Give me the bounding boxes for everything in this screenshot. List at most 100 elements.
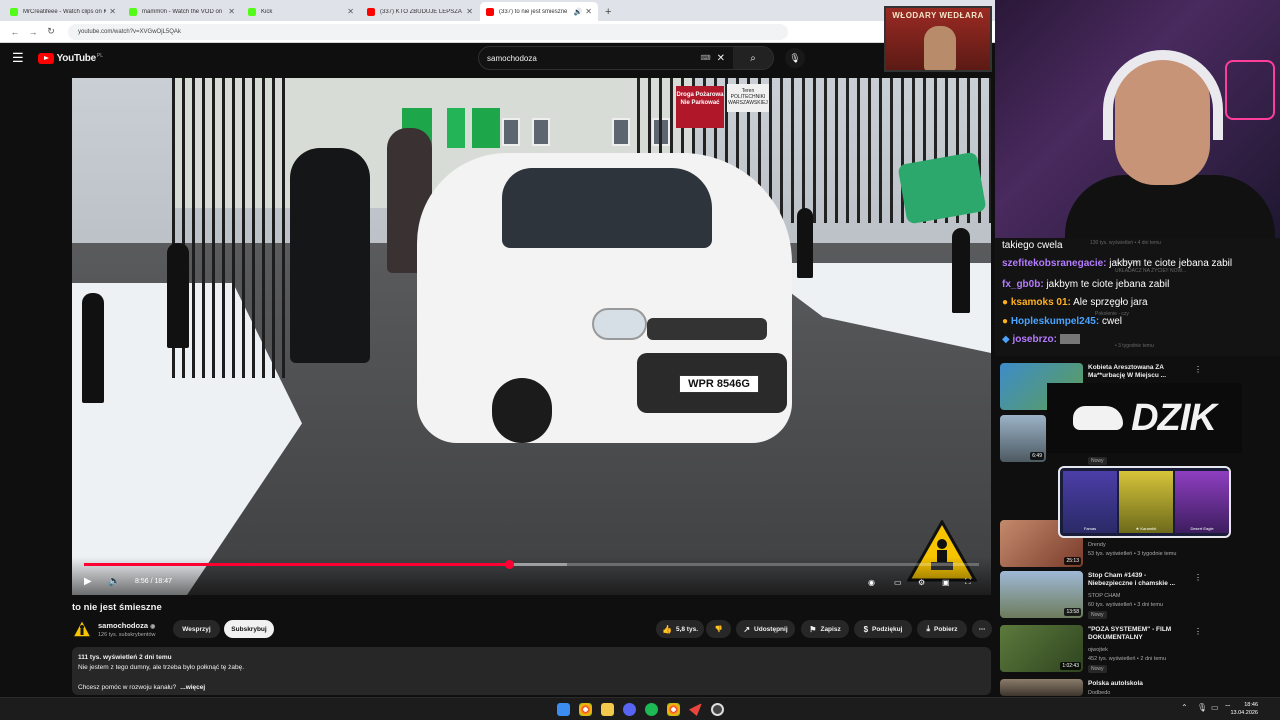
channel-name[interactable]: samochodoza ◉	[98, 621, 155, 630]
close-tab-icon[interactable]: ✕	[228, 7, 235, 16]
more-actions-button[interactable]: ⋯	[972, 620, 992, 638]
discord-icon[interactable]	[623, 703, 636, 716]
support-button[interactable]: Wesprzyj	[173, 620, 220, 638]
search-button[interactable]: ⌕	[733, 47, 773, 69]
browser-tab[interactable]: MrCreatifeee - Watch clips on K ✕	[4, 2, 122, 21]
chrome-icon[interactable]	[667, 703, 680, 716]
case-item-label: Desert Eagle	[1190, 526, 1214, 531]
headlight	[592, 308, 647, 340]
search-box[interactable]: samochodoza ⌨ ✕ ⌕	[478, 46, 774, 70]
url-field[interactable]: youtube.com/watch?v=XVGwOjL5QAk	[68, 23, 788, 40]
dislike-button[interactable]: 👎	[706, 620, 731, 638]
window	[502, 118, 520, 146]
settings-icon[interactable]: ⚙	[918, 578, 925, 587]
spotify-icon[interactable]	[645, 703, 658, 716]
browser-tab[interactable]: (337) KTO ZBUDUJE LEPSZA RZ ✕	[361, 2, 479, 21]
folder-icon[interactable]	[601, 703, 614, 716]
like-button[interactable]: 👍 5,8 tys.	[656, 620, 704, 638]
browser-tab-active[interactable]: (337) to nie jest śmieszne 🔊 ✕	[480, 2, 598, 21]
recommendation-title[interactable]: Stop Cham #1439 - Niebezpieczne i chamsk…	[1088, 572, 1188, 588]
obs-icon[interactable]	[711, 703, 724, 716]
voice-search-button[interactable]: 🎙	[785, 48, 805, 68]
chrome-icon[interactable]	[579, 703, 592, 716]
wheel	[492, 378, 552, 443]
thumbs-down-icon: 👎	[714, 626, 723, 633]
white-car: WPR 8546G	[417, 153, 792, 443]
progress-bar[interactable]	[84, 560, 979, 569]
chat-text: jakbym te ciote jebana zabil	[1046, 279, 1170, 290]
kick-favicon-icon	[248, 7, 256, 16]
close-tab-icon[interactable]: ✕	[109, 7, 116, 16]
faded-rec-meta: • 3 tygodnie temu	[1115, 343, 1154, 349]
bollard	[797, 208, 813, 278]
share-button[interactable]: ↗ Udostępnij	[736, 620, 795, 638]
browser-tab[interactable]: Kick ✕	[242, 2, 360, 21]
thanks-button[interactable]: $ Podziękuj	[854, 620, 912, 638]
video-thumbnail[interactable]: 1:02:43	[1000, 625, 1083, 672]
recommendation-channel[interactable]: Drendy	[1088, 542, 1106, 548]
mic-tray-icon[interactable]: 🎙	[1197, 703, 1207, 712]
show-more-link[interactable]: ...więcej	[180, 684, 205, 691]
description-box[interactable]: 111 tys. wyświetleń 2 dni temu Nie jeste…	[72, 647, 991, 695]
close-tab-icon[interactable]: ✕	[466, 7, 473, 16]
fullscreen-icon[interactable]: ⛶	[965, 577, 971, 587]
region-code: PL	[96, 52, 103, 59]
miniplayer-icon[interactable]: ▣	[942, 578, 950, 587]
recommendation-channel[interactable]: Dodbedo	[1088, 690, 1110, 696]
autoplay-icon[interactable]: ◉	[868, 578, 875, 587]
more-icon[interactable]: ⋮	[1194, 627, 1202, 636]
volume-icon[interactable]: 🔈	[108, 576, 120, 587]
speaker-icon[interactable]: 🔊	[574, 8, 583, 16]
recommendation-title[interactable]: Polska autolskola	[1088, 680, 1188, 688]
recommendation-title[interactable]: "POZA SYSTEMEM" - FILM DOKUMENTALNY	[1088, 626, 1188, 642]
case-item: Desert Eagle	[1175, 471, 1229, 533]
description-line: Nie jestem z tego dumny, ale trzeba było…	[78, 664, 245, 671]
more-icon[interactable]: ⋮	[1194, 365, 1202, 374]
obs-send-icon[interactable]	[689, 703, 702, 716]
subscribe-button[interactable]: Subskrybuj	[224, 620, 274, 638]
badge-icon: ●	[1002, 316, 1009, 327]
search-input[interactable]: samochodoza	[487, 54, 701, 63]
scrubber-handle[interactable]	[505, 560, 515, 569]
video-thumbnail[interactable]: 13:58	[1000, 571, 1083, 618]
neon-light	[1225, 60, 1275, 120]
clear-search-icon[interactable]: ✕	[717, 53, 725, 64]
description-line-2: Chcesz pomóc w rozwoju kanału? ...więcej	[78, 683, 985, 693]
more-icon[interactable]: ⋮	[1194, 573, 1202, 582]
youtube-play-icon	[37, 52, 54, 64]
video-player[interactable]: WPR 8546G Droga Pożarowa Nie Parkować Te…	[72, 78, 991, 595]
recommendation-channel[interactable]: STOP CHAM	[1088, 593, 1121, 599]
university-sign: Teren POLITECHNIKI WARSZAWSKIEJ	[727, 84, 769, 112]
forward-icon[interactable]: →	[24, 27, 42, 37]
keyboard-icon[interactable]: ⌨	[701, 54, 711, 62]
stream-chat: 130 tys. wyświetleń • 4 dni temu IE OJCE…	[995, 238, 1280, 356]
play-icon[interactable]: ▶	[84, 576, 92, 587]
recommendation-item[interactable]: Polska autolskola Dodbedo	[1000, 679, 1280, 697]
recommendation-title[interactable]: Kobieta Aresztowana ZA Ma**urbację W Mie…	[1088, 364, 1188, 380]
windows-taskbar: ⌃ 🎙 ▭ ⌔ 18:46 13.04.2026	[0, 697, 1280, 720]
close-tab-icon[interactable]: ✕	[347, 7, 354, 16]
browser-tab[interactable]: mamm0n - Watch the VOD on ✕	[123, 2, 241, 21]
video-thumbnail[interactable]: 6:49	[1000, 415, 1046, 462]
bollard	[167, 243, 189, 348]
system-clock[interactable]: 18:46 13.04.2026	[1230, 701, 1258, 717]
tray-chevron-icon[interactable]: ⌃	[1181, 703, 1188, 712]
reload-icon[interactable]: ↻	[42, 26, 60, 37]
streamer-webcam	[995, 0, 1280, 238]
video-thumbnail[interactable]	[1000, 679, 1083, 696]
menu-icon[interactable]: ☰	[12, 50, 24, 66]
recommendation-item[interactable]: 13:58 Stop Cham #1439 - Niebezpieczne i …	[1000, 571, 1280, 619]
recommendation-channel[interactable]: ojwojtek	[1088, 647, 1108, 653]
channel-avatar[interactable]	[72, 619, 92, 639]
new-tab-icon[interactable]: +	[605, 6, 611, 21]
save-button[interactable]: ⚑ Zapisz	[801, 620, 849, 638]
start-icon[interactable]	[557, 703, 570, 716]
youtube-logo[interactable]: YouTube PL	[37, 52, 103, 64]
close-tab-icon[interactable]: ✕	[585, 7, 592, 16]
recommendation-item[interactable]: 1:02:43 "POZA SYSTEMEM" - FILM DOKUMENTA…	[1000, 625, 1280, 673]
download-button[interactable]: ⤓ Pobierz	[917, 620, 967, 638]
display-tray-icon[interactable]: ▭	[1211, 703, 1219, 712]
tab-title: (337) to nie jest śmieszne	[499, 8, 568, 15]
back-icon[interactable]: ←	[6, 27, 24, 37]
subtitles-icon[interactable]: ▭	[894, 578, 902, 587]
